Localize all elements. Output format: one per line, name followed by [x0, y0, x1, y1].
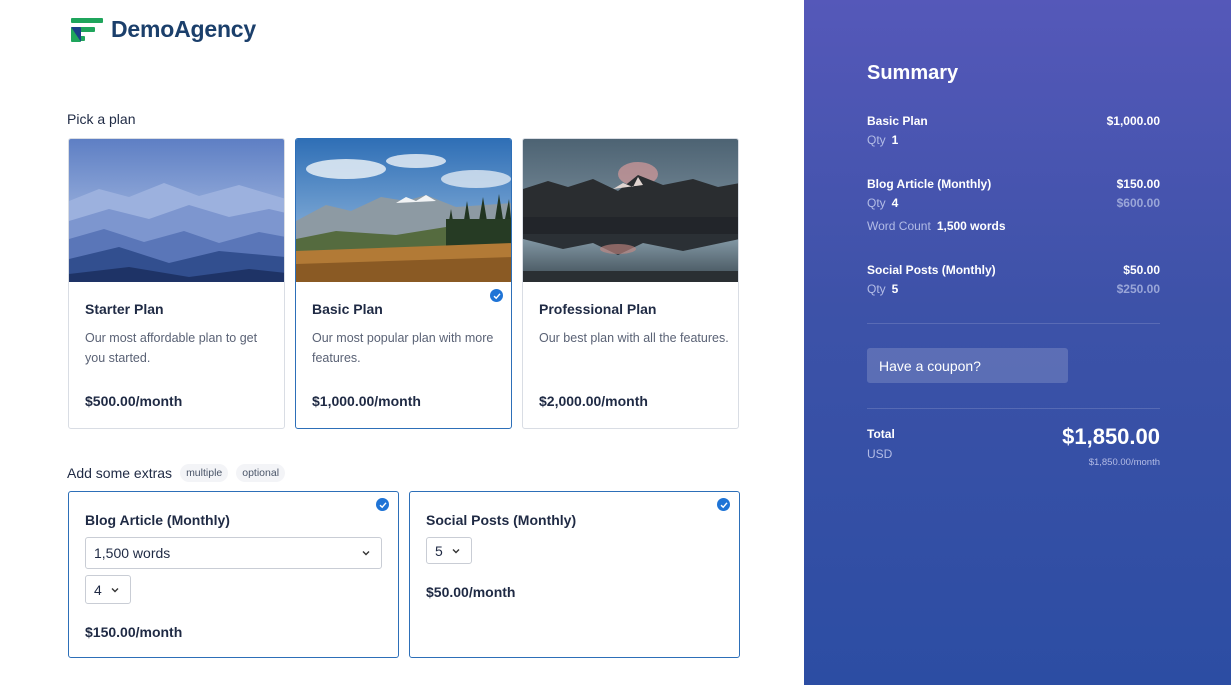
summary-item-amount: $50.00: [1123, 263, 1160, 277]
logo-icon: [71, 17, 104, 42]
brand-logo[interactable]: DemoAgency: [71, 16, 256, 43]
extra-name: Blog Article (Monthly): [85, 512, 230, 528]
tag-optional: optional: [236, 464, 286, 482]
qty-label: Qty: [867, 196, 886, 210]
extra-price: $50.00/month: [426, 584, 516, 600]
selected-check-icon: [376, 498, 389, 511]
plan-name: Basic Plan: [312, 301, 383, 317]
plan-card-professional[interactable]: Professional Plan Our best plan with all…: [522, 138, 739, 429]
plan-description: Our most popular plan with more features…: [312, 331, 494, 365]
qty-label: Qty: [867, 133, 886, 147]
plan-price: $1,000.00/month: [312, 393, 421, 409]
plan-price: $500.00/month: [85, 393, 183, 409]
qty-value: 5: [891, 282, 899, 296]
word-count-label: Word Count: [867, 219, 931, 233]
summary-item: Social Posts (Monthly) $50.00: [867, 263, 1160, 277]
plan-name: Professional Plan: [539, 301, 657, 317]
qty-select[interactable]: 5: [426, 537, 472, 564]
total-per-month: $1,850.00/month: [1088, 457, 1160, 468]
word-count-select[interactable]: 1,500 words: [85, 537, 382, 569]
word-count-value: 1,500 words: [94, 545, 171, 561]
qty-value: 1: [891, 133, 899, 147]
pick-plan-title: Pick a plan: [67, 111, 136, 127]
order-summary-panel: Summary Basic Plan $1,000.00 Qty 1 Blog A…: [804, 0, 1231, 685]
qty-value: 4: [891, 196, 899, 210]
extra-price: $150.00/month: [85, 624, 183, 640]
summary-item: Basic Plan $1,000.00: [867, 114, 1160, 128]
meadow-mountains-image: [296, 139, 511, 282]
plan-card-starter[interactable]: Starter Plan Our most affordable plan to…: [68, 138, 285, 429]
qty-value: 5: [435, 542, 443, 559]
summary-item-name: Social Posts (Monthly): [867, 263, 996, 277]
coupon-button[interactable]: Have a coupon?: [867, 348, 1068, 383]
divider: [867, 408, 1160, 409]
chevron-down-icon: [111, 588, 119, 593]
lake-reflection-image: [523, 139, 738, 282]
plan-card-basic[interactable]: Basic Plan Our most popular plan with mo…: [295, 138, 512, 429]
qty-label: Qty: [867, 282, 886, 296]
tag-multiple: multiple: [180, 464, 229, 482]
brand-name: DemoAgency: [111, 16, 256, 42]
summary-title: Summary: [867, 62, 959, 84]
extra-name: Social Posts (Monthly): [426, 512, 577, 528]
summary-item-name: Blog Article (Monthly): [867, 177, 992, 191]
extra-card-blog-article[interactable]: Blog Article (Monthly) 1,500 words 4 $15…: [68, 491, 399, 658]
word-count-value: 1,500 words: [936, 219, 1006, 233]
summary-qty-row: Qty 5 $250.00: [867, 282, 1160, 296]
total-label: Total: [867, 427, 895, 441]
plan-description: Our best plan with all the features.: [539, 331, 729, 345]
plan-description: Our most affordable plan to get you star…: [85, 331, 258, 365]
extras-title-row: Add some extras multiple optional: [67, 464, 286, 482]
qty-value: 4: [94, 581, 102, 598]
divider: [867, 323, 1160, 324]
total-amount: $1,850.00: [1062, 424, 1160, 449]
qty-total: $250.00: [1116, 282, 1160, 296]
misty-mountains-image: [69, 139, 284, 282]
summary-item-amount: $150.00: [1116, 177, 1160, 191]
summary-word-count-row: Word Count 1,500 words: [867, 219, 1160, 233]
plan-name: Starter Plan: [85, 301, 164, 317]
summary-item-name: Basic Plan: [867, 114, 928, 128]
chevron-down-icon: [362, 551, 370, 556]
summary-item-amount: $1,000.00: [1106, 114, 1160, 128]
extras-title: Add some extras: [67, 465, 173, 481]
summary-qty-row: Qty 4 $600.00: [867, 196, 1160, 210]
currency-label: USD: [867, 447, 893, 461]
chevron-down-icon: [452, 549, 460, 554]
checkout-main: DemoAgency Pick a plan Starter Plan Our …: [0, 0, 804, 685]
summary-item: Blog Article (Monthly) $150.00: [867, 177, 1160, 191]
extra-card-social-posts[interactable]: Social Posts (Monthly) 5 $50.00/month: [409, 491, 740, 658]
qty-select[interactable]: 4: [85, 575, 131, 604]
selected-check-icon: [490, 289, 503, 302]
qty-total: $600.00: [1116, 196, 1160, 210]
plan-price: $2,000.00/month: [539, 393, 648, 409]
selected-check-icon: [717, 498, 730, 511]
summary-qty-row: Qty 1: [867, 133, 1160, 147]
